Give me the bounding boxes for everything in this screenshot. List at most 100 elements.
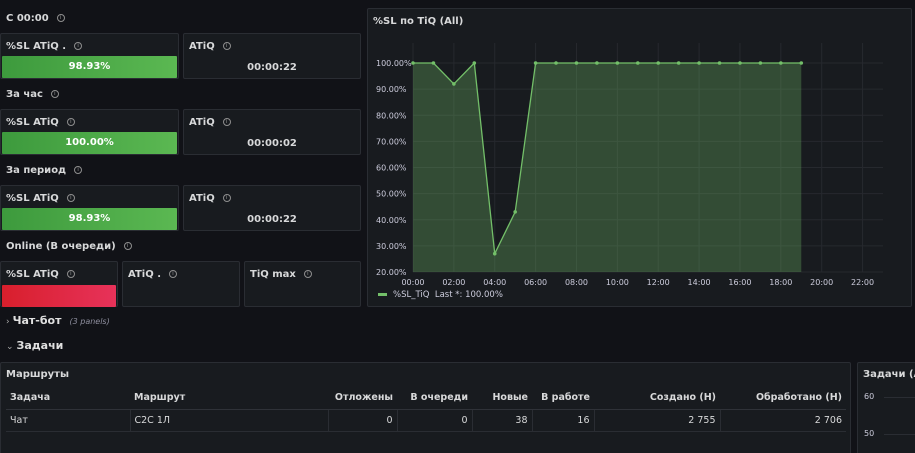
legend-swatch (378, 293, 387, 296)
data-point (717, 61, 722, 65)
gridline (884, 434, 915, 435)
info-icon[interactable]: i (50, 90, 59, 98)
table-cell: 16 (532, 409, 595, 432)
info-icon[interactable]: i (66, 194, 75, 202)
panel-title: %SL ATiQ i (6, 117, 75, 128)
y-tick-label: 40.00% (376, 216, 407, 225)
x-tick-label: 16:00 (728, 278, 751, 287)
panel-title: ATiQ i (189, 193, 231, 204)
column-header[interactable]: Отложены (328, 387, 397, 410)
table-cell: 0 (328, 409, 398, 432)
x-tick-label: 12:00 (647, 278, 670, 287)
y-tick-label: 60 (864, 392, 875, 401)
y-tick-label: 90.00% (376, 85, 407, 94)
column-header[interactable]: В работе (532, 387, 594, 410)
data-point (431, 61, 436, 65)
info-icon[interactable]: i (169, 270, 177, 278)
info-icon[interactable]: i (66, 118, 75, 126)
panel-title: ATiQ i (189, 41, 231, 52)
data-point (758, 61, 763, 65)
panel-title: %SL ATiQ i (6, 269, 75, 280)
data-point (492, 251, 497, 256)
sl-atiq-period-panel[interactable]: %SL ATiQ i 98.93% (0, 185, 179, 231)
info-icon[interactable]: i (303, 270, 312, 278)
x-tick-label: 00:00 (401, 278, 424, 287)
data-point (411, 61, 415, 65)
column-header[interactable]: Создано (Н) (594, 387, 720, 410)
atiq-online-panel[interactable]: ATiQ .i (122, 261, 240, 307)
y-tick-label: 60.00% (376, 164, 407, 173)
tasks-chart-panel[interactable]: Задачи (All 60 50 (857, 362, 915, 453)
atiq-hour-panel[interactable]: ATiQ i 00:00:02 (183, 109, 361, 155)
x-tick-label: 02:00 (442, 278, 465, 287)
x-tick-label: 18:00 (769, 278, 792, 287)
sl-atiq-hour-panel[interactable]: %SL ATiQ i 100.00% (0, 109, 179, 155)
info-icon[interactable]: i (74, 166, 83, 174)
chevron-down-icon: ⌄ (6, 342, 14, 352)
data-point (697, 61, 701, 65)
panel-title: TiQ max i (250, 269, 312, 280)
y-tick-label: 70.00% (376, 137, 407, 146)
info-icon[interactable]: i (56, 14, 65, 22)
x-tick-label: 20:00 (810, 278, 833, 287)
info-icon[interactable]: i (222, 42, 231, 50)
x-tick-label: 14:00 (688, 278, 711, 287)
chevron-right-icon: › (6, 317, 10, 327)
y-tick-label: 80.00% (376, 111, 407, 120)
info-icon[interactable]: i (222, 194, 231, 202)
x-tick-label: 04:00 (483, 278, 506, 287)
y-tick-label: 20.00% (376, 268, 407, 277)
chart-legend[interactable]: %SL_TiQ Last *: 100.00% (378, 290, 503, 300)
tiq-max-panel[interactable]: TiQ max i (244, 261, 361, 307)
routes-table: Задача Маршрут Отложены В очереди Новые … (6, 387, 846, 432)
column-header[interactable]: Новые (472, 387, 532, 410)
gridline (884, 397, 915, 398)
panel-title: ATiQ .i (128, 269, 177, 280)
info-icon[interactable]: i (123, 242, 132, 250)
table-row[interactable]: Чат C2C 1Л 0 0 38 16 2 755 2 706 (6, 409, 846, 432)
panel-title: Задачи (All (863, 369, 915, 380)
x-tick-label: 08:00 (565, 278, 588, 287)
panel-title: ATiQ i (189, 117, 231, 128)
table-header-row: Задача Маршрут Отложены В очереди Новые … (6, 387, 846, 410)
column-header[interactable]: Обработано (Н) (720, 387, 846, 410)
panel-title: %SL ATiQ .i (6, 41, 83, 52)
y-tick-label: 50 (864, 429, 875, 438)
data-point (513, 210, 517, 214)
sl-atiq-panel[interactable]: %SL ATiQ .i 98.93% (0, 33, 179, 79)
column-header[interactable]: Маршрут (130, 387, 328, 410)
atiq-period-panel[interactable]: ATiQ i 00:00:22 (183, 185, 361, 231)
x-tick-label: 06:00 (524, 278, 547, 287)
data-point (799, 61, 804, 65)
row-panel-count: (3 panels) (69, 317, 110, 326)
data-point (452, 82, 456, 86)
data-point (615, 61, 620, 65)
sl-tiq-chart-panel[interactable]: %SL по TiQ (All) 100.00% 90.00% 80.00% 70.0… (367, 8, 912, 307)
data-point (656, 61, 661, 65)
section-title-period: За период i (6, 165, 83, 176)
y-tick-label: 100.00% (376, 59, 412, 68)
data-point (574, 61, 579, 65)
y-tick-label: 30.00% (376, 242, 407, 251)
data-point (595, 61, 599, 65)
info-icon[interactable]: i (66, 270, 75, 278)
y-tick-label: 50.00% (376, 190, 407, 199)
info-icon[interactable]: i (222, 118, 231, 126)
row-chatbot[interactable]: › Чат-бот (3 panels) (6, 314, 110, 327)
atiq-panel[interactable]: ATiQ i 00:00:22 (183, 33, 361, 79)
data-point (635, 61, 640, 65)
row-tasks[interactable]: ⌄ Задачи (6, 339, 63, 352)
column-header[interactable]: В очереди (397, 387, 472, 410)
routes-table-panel[interactable]: Маршруты Задача Маршрут Отложены В очере… (0, 362, 851, 453)
section-title-online: Online (В очереди) i (6, 241, 132, 252)
data-point (554, 61, 558, 65)
x-tick-label: 22:00 (851, 278, 874, 287)
info-icon[interactable]: i (74, 42, 83, 50)
sl-gauge-bar: 98.93% (2, 208, 177, 230)
sl-gauge-bar (2, 285, 116, 307)
sl-atiq-online-panel[interactable]: %SL ATiQ i (0, 261, 118, 307)
table-cell: 38 (472, 409, 533, 432)
column-header[interactable]: Задача (6, 387, 130, 410)
table-cell: 2 755 (594, 409, 721, 432)
data-point (779, 61, 783, 65)
